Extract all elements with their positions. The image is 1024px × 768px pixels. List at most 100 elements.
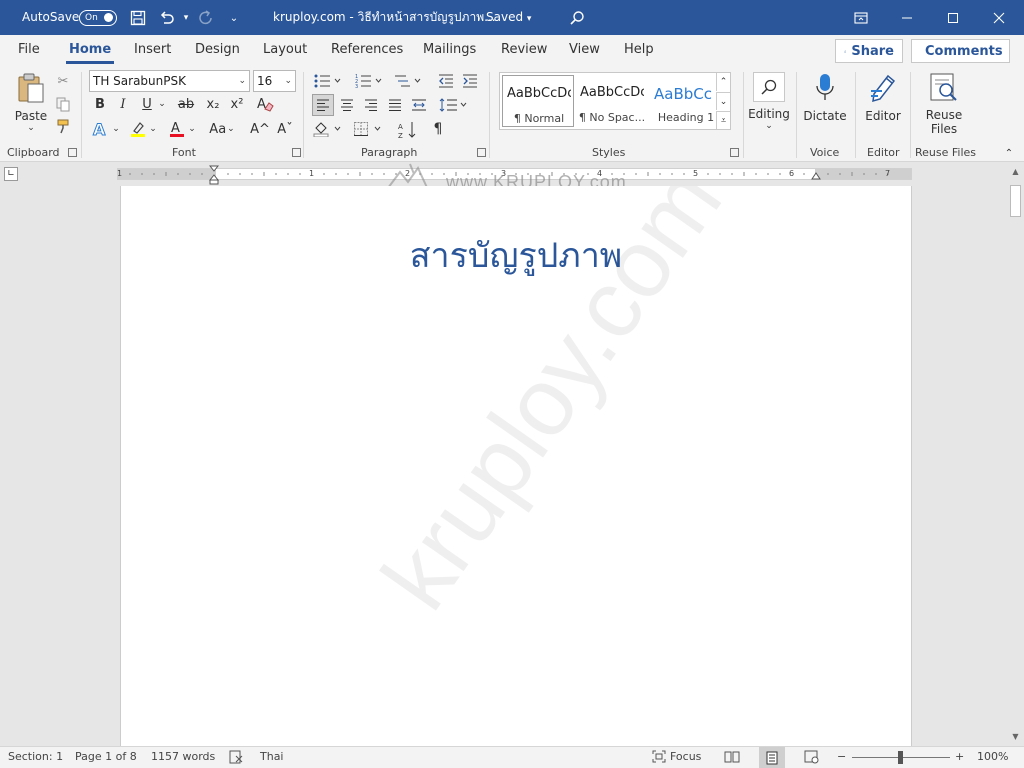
- tab-file[interactable]: File: [18, 42, 40, 57]
- styles-scroll-down-icon[interactable]: ⌄: [716, 92, 730, 110]
- read-mode-icon[interactable]: [724, 750, 740, 766]
- scroll-thumb[interactable]: [1010, 185, 1021, 217]
- tab-view[interactable]: View: [569, 42, 600, 57]
- show-formatting-button[interactable]: ¶: [428, 119, 448, 139]
- shrink-font-button[interactable]: Aˇ: [275, 119, 295, 139]
- change-case-button[interactable]: Aa ⌄: [205, 119, 239, 139]
- style-no-spacing[interactable]: AaBbCcDc ¶ No Spac...: [576, 75, 648, 127]
- customize-qat-icon[interactable]: ⌄: [224, 8, 244, 28]
- font-color-icon[interactable]: A: [167, 119, 187, 139]
- paragraph-launcher-icon[interactable]: [477, 148, 486, 157]
- justify-icon[interactable]: [385, 95, 405, 115]
- editor-button[interactable]: Editor: [862, 72, 904, 123]
- borders-icon[interactable]: [352, 119, 386, 139]
- font-size-combo[interactable]: 16 ⌄: [253, 70, 296, 92]
- chevron-down-icon[interactable]: ⌄: [156, 94, 168, 114]
- maximize-icon[interactable]: [930, 0, 976, 35]
- grow-font-button[interactable]: A^: [250, 119, 270, 139]
- tab-selector-icon[interactable]: ∟: [4, 167, 18, 181]
- bold-button[interactable]: B: [91, 94, 109, 114]
- copy-icon[interactable]: [55, 96, 71, 112]
- page-indicator[interactable]: Page 1 of 8: [75, 750, 137, 763]
- text-effects-icon[interactable]: A: [91, 119, 111, 139]
- undo-dropdown-icon[interactable]: ▾: [176, 8, 196, 28]
- style-heading-1[interactable]: AaBbCc Heading 1: [650, 75, 722, 127]
- saved-status[interactable]: Saved ▾: [486, 0, 531, 35]
- tab-insert[interactable]: Insert: [134, 42, 171, 57]
- subscript-button[interactable]: x₂: [203, 94, 223, 114]
- align-right-icon[interactable]: [361, 95, 381, 115]
- styles-scroll-up-icon[interactable]: ⌃: [716, 73, 730, 91]
- focus-button[interactable]: Focus: [652, 750, 701, 763]
- reuse-files-button[interactable]: Reuse Files: [920, 72, 968, 136]
- word-count[interactable]: 1157 words: [151, 750, 215, 763]
- sort-icon[interactable]: AZ: [397, 119, 419, 141]
- tab-design[interactable]: Design: [195, 42, 240, 57]
- decrease-indent-icon[interactable]: [436, 71, 456, 91]
- format-painter-icon[interactable]: [55, 118, 71, 134]
- italic-button[interactable]: I: [114, 94, 132, 114]
- clipboard-launcher-icon[interactable]: [68, 148, 77, 157]
- minimize-icon[interactable]: [884, 0, 930, 35]
- multilevel-list-icon[interactable]: [393, 71, 423, 91]
- share-button[interactable]: Share: [835, 39, 903, 63]
- search-icon[interactable]: [567, 8, 587, 28]
- zoom-out-button[interactable]: −: [837, 750, 846, 763]
- font-launcher-icon[interactable]: [292, 148, 301, 157]
- tab-home[interactable]: Home: [65, 42, 115, 64]
- zoom-in-button[interactable]: +: [955, 750, 964, 763]
- proofing-icon[interactable]: [229, 750, 244, 767]
- web-layout-icon[interactable]: [804, 750, 819, 767]
- right-indent-marker-icon[interactable]: [811, 171, 821, 181]
- font-name-combo[interactable]: TH SarabunPSK ⌄: [89, 70, 250, 92]
- strikethrough-button[interactable]: ab: [176, 94, 196, 114]
- print-layout-icon[interactable]: [759, 747, 785, 768]
- indent-marker-icon[interactable]: [209, 165, 219, 185]
- collapse-ribbon-icon[interactable]: ⌃: [1002, 146, 1016, 160]
- highlight-color-icon[interactable]: [128, 119, 148, 139]
- tab-review[interactable]: Review: [501, 42, 547, 57]
- bullets-icon[interactable]: [313, 71, 343, 91]
- tab-help[interactable]: Help: [624, 42, 654, 57]
- clear-formatting-icon[interactable]: A: [255, 94, 275, 114]
- tab-references[interactable]: References: [331, 42, 403, 57]
- chevron-down-icon[interactable]: ⌄: [111, 119, 121, 139]
- chevron-down-icon: ⌄: [238, 76, 246, 86]
- line-spacing-icon[interactable]: [438, 95, 470, 115]
- vertical-scrollbar[interactable]: ▲ ▼: [1007, 163, 1024, 746]
- scroll-down-icon[interactable]: ▼: [1009, 730, 1022, 742]
- tab-layout[interactable]: Layout: [263, 42, 307, 57]
- superscript-button[interactable]: x²: [227, 94, 247, 114]
- undo-icon[interactable]: [157, 8, 177, 28]
- document-page[interactable]: สารบัญรูปภาพ kruploy.com: [120, 186, 912, 746]
- zoom-level[interactable]: 100%: [977, 750, 1008, 763]
- numbering-icon[interactable]: 123: [354, 71, 384, 91]
- style-normal[interactable]: AaBbCcDc ¶ Normal: [502, 75, 574, 127]
- chevron-down-icon[interactable]: ⌄: [148, 119, 158, 139]
- redo-icon[interactable]: [196, 8, 216, 28]
- scroll-up-icon[interactable]: ▲: [1009, 165, 1022, 177]
- comments-button[interactable]: Comments: [911, 39, 1010, 63]
- styles-launcher-icon[interactable]: [730, 148, 739, 157]
- ribbon-display-options-icon[interactable]: [838, 0, 884, 35]
- autosave-toggle[interactable]: On: [79, 10, 117, 26]
- distributed-icon[interactable]: [409, 95, 429, 115]
- increase-indent-icon[interactable]: [460, 71, 480, 91]
- shading-icon[interactable]: [312, 119, 346, 139]
- document-heading[interactable]: สารบัญรูปภาพ: [121, 228, 911, 282]
- align-center-icon[interactable]: [337, 95, 357, 115]
- styles-more-icon[interactable]: ⩡: [716, 111, 730, 129]
- save-icon[interactable]: [128, 8, 148, 28]
- dictate-button[interactable]: Dictate: [802, 72, 848, 123]
- underline-button[interactable]: U: [138, 94, 156, 114]
- language-indicator[interactable]: Thai: [260, 750, 284, 763]
- editing-button[interactable]: Editing ⌄: [748, 72, 790, 131]
- section-indicator[interactable]: Section: 1: [8, 750, 63, 763]
- chevron-down-icon[interactable]: ⌄: [187, 119, 197, 139]
- tab-mailings[interactable]: Mailings: [423, 42, 476, 57]
- align-left-icon[interactable]: [312, 94, 334, 116]
- cut-icon[interactable]: ✂: [55, 73, 71, 89]
- close-icon[interactable]: [976, 0, 1022, 35]
- zoom-slider-thumb[interactable]: [898, 751, 903, 764]
- paste-button[interactable]: Paste ⌄: [12, 72, 50, 133]
